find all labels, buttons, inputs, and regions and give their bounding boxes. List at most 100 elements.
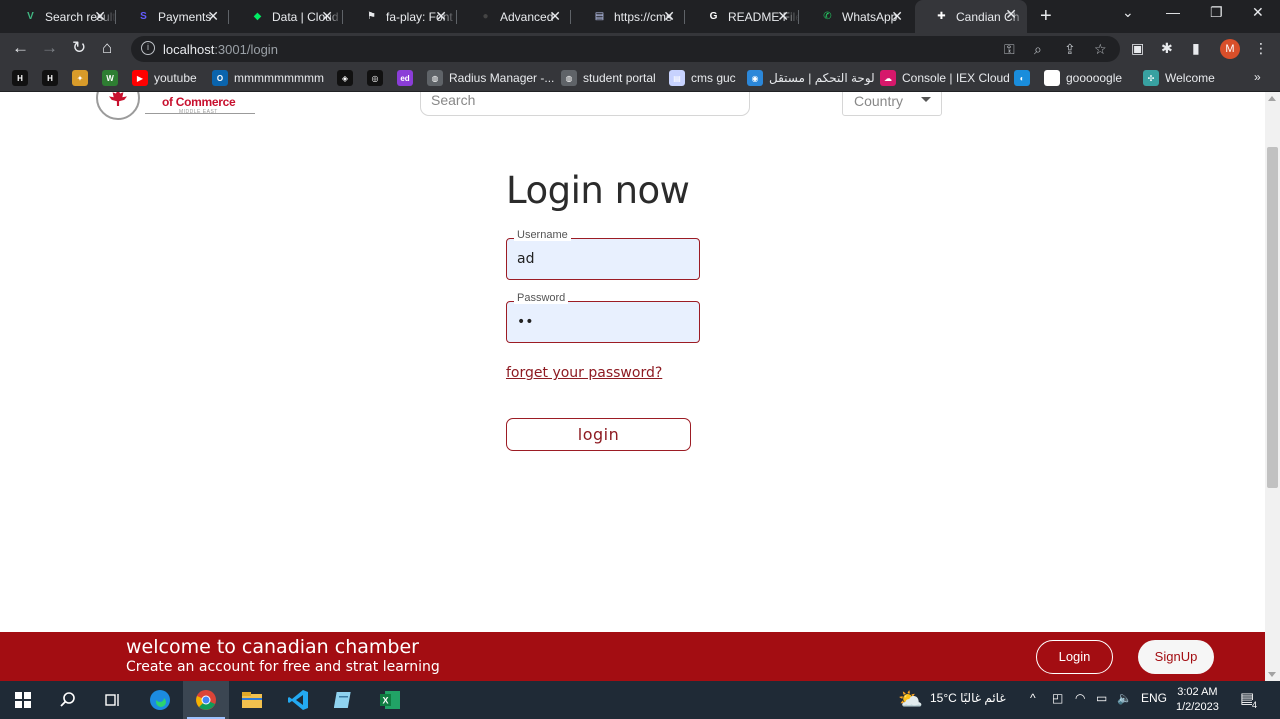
tab-search-icon[interactable]: ⌄ xyxy=(1122,4,1134,21)
reload-icon[interactable]: ↻ xyxy=(72,38,86,58)
bookmark-item[interactable]: ◐ xyxy=(1014,70,1036,86)
bookmark-item[interactable]: ▤ cms guc xyxy=(669,70,736,86)
share-icon[interactable]: ⇪ xyxy=(1064,41,1076,58)
close-tab-icon[interactable]: ✕ xyxy=(94,8,106,25)
file-explorer-icon[interactable] xyxy=(229,681,275,719)
address-bar[interactable]: i localhost:3001/login ⚿ ⌕ ⇪ ☆ xyxy=(131,36,1120,62)
new-tab-button[interactable]: + xyxy=(1040,5,1052,28)
globe-icon: ◍ xyxy=(561,70,577,86)
close-tab-icon[interactable]: ✕ xyxy=(321,8,333,25)
excel-icon[interactable]: X xyxy=(367,681,413,719)
browser-tab[interactable]: V Search results ✕ xyxy=(4,2,116,31)
extensions-icon[interactable]: ✱ xyxy=(1161,40,1173,57)
bookmark-item[interactable]: ◍ student portal xyxy=(561,70,656,86)
vscode-icon[interactable] xyxy=(275,681,321,719)
battery-icon[interactable]: ▭ xyxy=(1096,691,1107,705)
bookmark-item[interactable]: ed xyxy=(397,70,419,86)
flag-icon: ⚑ xyxy=(367,11,376,22)
weather-text[interactable]: 15°C غائم غالبًا xyxy=(930,691,1006,705)
bookmark-item[interactable]: H xyxy=(42,70,64,86)
bookmark-item[interactable]: ◈ xyxy=(337,70,359,86)
scrollbar-thumb[interactable] xyxy=(1267,147,1278,488)
bookmark-label: cms guc xyxy=(691,71,736,85)
close-tab-icon[interactable]: ✕ xyxy=(777,8,789,25)
forgot-password-link[interactable]: forget your password? xyxy=(506,365,662,381)
profile-avatar[interactable]: M xyxy=(1220,39,1240,59)
bookmark-item[interactable]: W xyxy=(102,70,124,86)
task-view-icon[interactable] xyxy=(90,681,136,719)
hi-icon: H xyxy=(12,70,28,86)
key-icon[interactable]: ⚿ xyxy=(1004,41,1015,58)
bookmark-item[interactable]: H xyxy=(12,70,34,86)
close-window-button[interactable]: ✕ xyxy=(1252,4,1264,21)
bookmark-icon: ✦ xyxy=(72,70,88,86)
bookmark-star-icon[interactable]: ☆ xyxy=(1094,41,1107,58)
back-arrow-icon[interactable]: ← xyxy=(12,38,29,58)
menu-dots-icon[interactable]: ⋮ xyxy=(1254,40,1268,57)
bookmark-item[interactable]: ◉ لوحة التحكم | مستقل xyxy=(747,70,875,86)
system-clock[interactable]: 3:02 AM 1/2/2023 xyxy=(1176,685,1219,715)
username-field[interactable]: Username ad xyxy=(506,229,700,280)
google-icon: G xyxy=(1044,70,1060,86)
clock-time: 3:02 AM xyxy=(1177,686,1218,698)
browser-tab[interactable]: ⚑ fa-play: Font ✕ xyxy=(345,2,457,31)
close-tab-icon[interactable]: ✕ xyxy=(549,8,561,25)
browser-tab[interactable]: ✆ WhatsApp ✕ xyxy=(801,2,913,31)
restore-button[interactable]: ❐ xyxy=(1210,4,1223,21)
password-field[interactable]: Password •• xyxy=(506,292,700,343)
password-value[interactable]: •• xyxy=(517,314,534,330)
browser-tab[interactable]: G README File ✕ xyxy=(687,2,799,31)
minimize-button[interactable]: — xyxy=(1166,4,1180,20)
bookmark-item[interactable]: Ommmmmmmmm xyxy=(212,70,324,86)
chrome-icon[interactable] xyxy=(183,681,229,719)
browser-tab[interactable]: S Payments ✕ xyxy=(117,2,229,31)
bookmark-item[interactable]: ✣ Welcome xyxy=(1143,70,1215,86)
speaker-icon[interactable]: 🔈 xyxy=(1117,691,1132,705)
scroll-up-arrow-icon[interactable] xyxy=(1268,96,1276,101)
forward-arrow-icon[interactable]: → xyxy=(41,38,58,58)
screen-capture-icon[interactable]: ▣ xyxy=(1131,40,1144,57)
zoom-icon[interactable]: ⌕ xyxy=(1034,41,1042,58)
scroll-down-arrow-icon[interactable] xyxy=(1268,672,1276,677)
page-scrollbar[interactable] xyxy=(1265,92,1280,681)
bookmark-item[interactable]: Ggooooogle xyxy=(1044,70,1122,86)
tray-expand-icon[interactable]: ^ xyxy=(1030,691,1036,705)
close-tab-icon[interactable]: ✕ xyxy=(207,8,219,25)
browser-tab[interactable]: ▤ https://cms ✕ xyxy=(573,2,685,31)
bookmark-label: لوحة التحكم | مستقل xyxy=(769,71,875,85)
close-tab-icon[interactable]: ✕ xyxy=(435,8,447,25)
country-select[interactable]: Country xyxy=(842,92,942,116)
bookmark-item[interactable]: ☁ Console | IEX Cloud xyxy=(880,70,1010,86)
windows-start-icon[interactable] xyxy=(0,681,46,719)
weather-cloud-icon[interactable]: ⛅ xyxy=(898,687,923,712)
close-tab-icon[interactable]: ✕ xyxy=(891,8,903,25)
browser-tab[interactable]: ◆ Data | Cloud ✕ xyxy=(231,2,343,31)
more-bookmarks-icon[interactable]: » xyxy=(1254,70,1261,84)
canada-icon: ✚ xyxy=(937,11,946,22)
wifi-icon[interactable]: ◠ xyxy=(1075,691,1085,705)
bookmark-item[interactable]: ◎ xyxy=(367,70,389,86)
search-input[interactable]: Search xyxy=(420,92,750,116)
login-button[interactable]: login xyxy=(506,418,691,451)
meet-now-icon[interactable]: ◰ xyxy=(1052,691,1063,705)
site-info-icon[interactable]: i xyxy=(141,41,155,55)
home-icon[interactable]: ⌂ xyxy=(102,38,112,58)
bookmark-item[interactable]: ▶ youtube xyxy=(132,70,197,86)
bookmark-item[interactable]: ✦ xyxy=(72,70,94,86)
notepad-icon[interactable] xyxy=(321,681,367,719)
browser-tab[interactable]: ✚ Candian Ch ✕ xyxy=(915,0,1027,33)
bookmark-item[interactable]: ◍ Radius Manager -... xyxy=(427,70,554,86)
browser-tab[interactable]: ● Advanced ✕ xyxy=(459,2,571,31)
chamber-logo[interactable] xyxy=(96,92,140,120)
address-url[interactable]: localhost:3001/login xyxy=(163,42,278,57)
bookmark-label: Console | IEX Cloud xyxy=(902,71,1010,85)
banner-signup-button[interactable]: SignUp xyxy=(1138,640,1214,674)
close-tab-icon[interactable]: ✕ xyxy=(1005,6,1017,23)
close-tab-icon[interactable]: ✕ xyxy=(663,8,675,25)
search-icon[interactable] xyxy=(45,681,91,719)
username-value[interactable]: ad xyxy=(517,251,534,267)
side-panel-icon[interactable]: ▮ xyxy=(1192,40,1200,57)
banner-login-button[interactable]: Login xyxy=(1036,640,1113,674)
language-indicator[interactable]: ENG xyxy=(1141,691,1167,705)
edge-icon[interactable] xyxy=(137,681,183,719)
